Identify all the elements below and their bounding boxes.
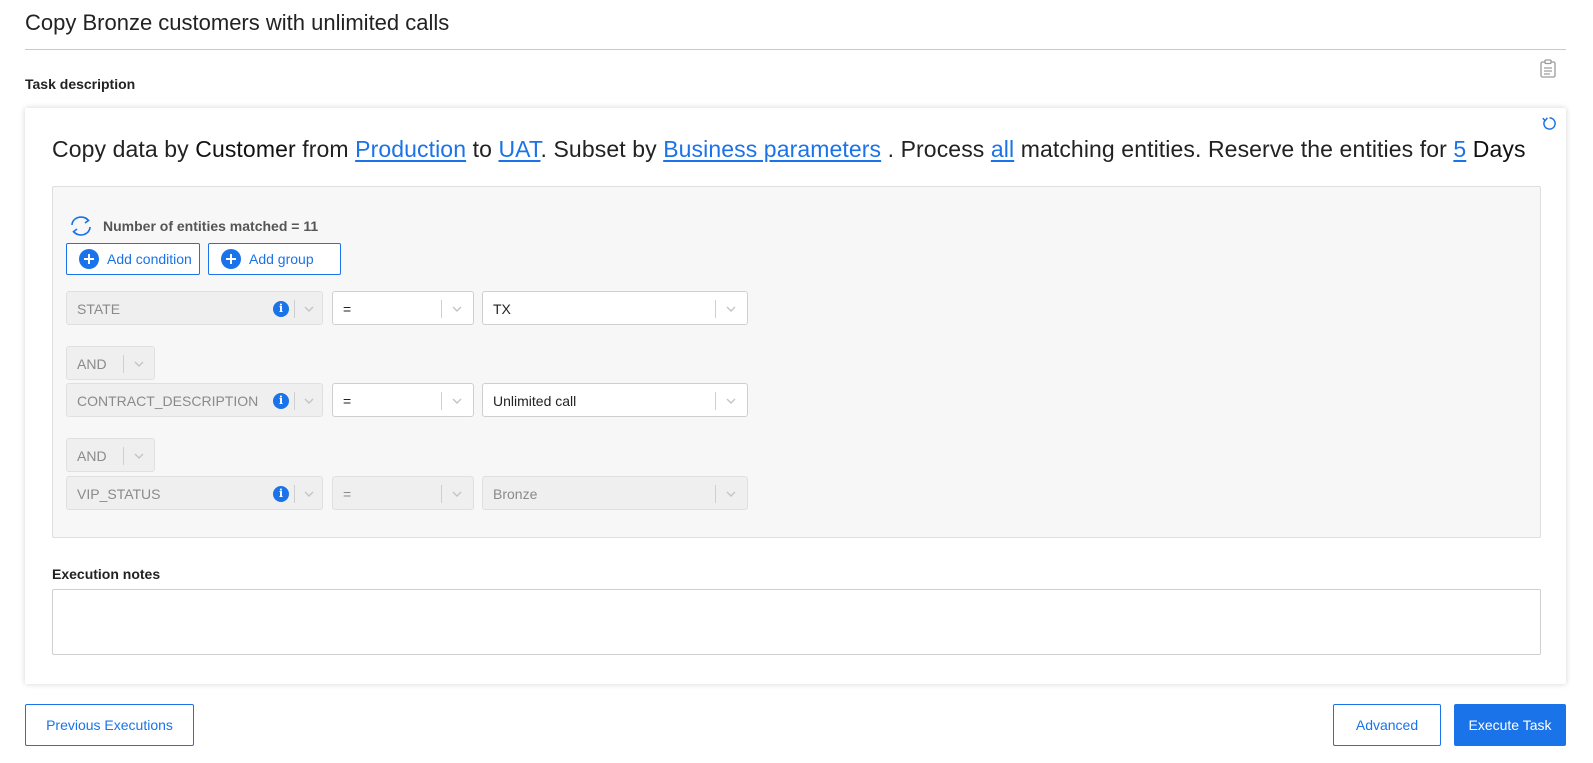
condition-field-select[interactable]: STATE i — [66, 291, 323, 325]
add-condition-label: Add condition — [107, 251, 192, 267]
reset-icon[interactable] — [1541, 115, 1558, 132]
add-group-label: Add group — [249, 251, 314, 267]
chevron-down-icon — [304, 306, 314, 312]
select-divider — [715, 300, 716, 318]
title-divider — [25, 49, 1566, 50]
select-divider — [715, 392, 716, 410]
condition-operator-value: = — [343, 486, 352, 502]
condition-operator-select[interactable]: = — [332, 476, 474, 510]
reserve-days-link[interactable]: 5 — [1453, 136, 1466, 162]
condition-field-select[interactable]: CONTRACT_DESCRIPTION i — [66, 383, 323, 417]
page-title: Copy Bronze customers with unlimited cal… — [25, 10, 450, 35]
clipboard-icon[interactable] — [1540, 59, 1556, 78]
condition-value-text: Unlimited call — [493, 393, 577, 409]
task-sentence: Copy data by Customer from Production to… — [52, 136, 1526, 163]
select-divider — [294, 485, 295, 503]
select-divider — [123, 355, 124, 373]
sync-icon[interactable] — [68, 215, 94, 237]
logic-connector-select[interactable]: AND — [66, 346, 155, 380]
chevron-down-icon — [304, 491, 314, 497]
plus-circle-icon — [79, 249, 99, 269]
sentence-text: . Process — [881, 136, 991, 162]
sentence-text: from — [295, 136, 356, 162]
select-divider — [715, 485, 716, 503]
target-env-link[interactable]: UAT — [498, 136, 540, 162]
condition-operator-select[interactable]: = — [332, 291, 474, 325]
condition-value-select[interactable]: Bronze — [482, 476, 748, 510]
execute-task-button[interactable]: Execute Task — [1454, 704, 1566, 746]
execution-notes-label: Execution notes — [52, 566, 161, 582]
subset-link[interactable]: Business parameters — [663, 136, 881, 162]
chevron-down-icon — [134, 453, 144, 459]
chevron-down-icon — [452, 398, 462, 404]
logic-connector-value: AND — [77, 448, 107, 464]
select-divider — [441, 300, 442, 318]
chevron-down-icon — [134, 361, 144, 367]
plus-circle-icon — [221, 249, 241, 269]
advanced-button[interactable]: Advanced — [1333, 704, 1441, 746]
select-divider — [441, 485, 442, 503]
execution-notes-input[interactable] — [52, 589, 1541, 655]
condition-operator-value: = — [343, 393, 352, 409]
logic-connector-select[interactable]: AND — [66, 438, 155, 472]
condition-field-value: VIP_STATUS — [77, 486, 161, 502]
sentence-text: matching entities. Reserve the entities … — [1014, 136, 1454, 162]
entities-matched-row: Number of entities matched = 11 — [68, 215, 318, 237]
logic-connector-value: AND — [77, 356, 107, 372]
condition-field-value: STATE — [77, 301, 121, 317]
condition-value-select[interactable]: Unlimited call — [482, 383, 748, 417]
chevron-down-icon — [304, 398, 314, 404]
previous-executions-button[interactable]: Previous Executions — [25, 704, 194, 746]
info-icon[interactable]: i — [273, 486, 289, 502]
reserve-unit: Days — [1472, 136, 1526, 162]
sentence-text: . Subset by — [540, 136, 664, 162]
chevron-down-icon — [452, 306, 462, 312]
select-divider — [441, 392, 442, 410]
condition-operator-select[interactable]: = — [332, 383, 474, 417]
select-divider — [294, 300, 295, 318]
chevron-down-icon — [726, 398, 736, 404]
condition-operator-value: = — [343, 301, 352, 317]
add-condition-button[interactable]: Add condition — [66, 243, 200, 275]
select-divider — [123, 447, 124, 465]
condition-value-select[interactable]: TX — [482, 291, 748, 325]
chevron-down-icon — [452, 491, 462, 497]
info-icon[interactable]: i — [273, 301, 289, 317]
condition-value-text: Bronze — [493, 486, 538, 502]
process-scope-link[interactable]: all — [991, 136, 1014, 162]
condition-value-text: TX — [493, 301, 511, 317]
add-group-button[interactable]: Add group — [208, 243, 341, 275]
entities-matched-text: Number of entities matched = 11 — [103, 218, 319, 234]
source-env-link[interactable]: Production — [355, 136, 466, 162]
chevron-down-icon — [726, 491, 736, 497]
info-icon[interactable]: i — [273, 393, 289, 409]
condition-field-value: CONTRACT_DESCRIPTION — [77, 393, 259, 409]
sentence-text: to — [466, 136, 499, 162]
condition-field-select[interactable]: VIP_STATUS i — [66, 476, 323, 510]
task-description-label: Task description — [25, 76, 136, 92]
chevron-down-icon — [726, 306, 736, 312]
select-divider — [294, 392, 295, 410]
entity-value: Customer — [195, 136, 296, 162]
sentence-text: Copy data by — [52, 136, 196, 162]
